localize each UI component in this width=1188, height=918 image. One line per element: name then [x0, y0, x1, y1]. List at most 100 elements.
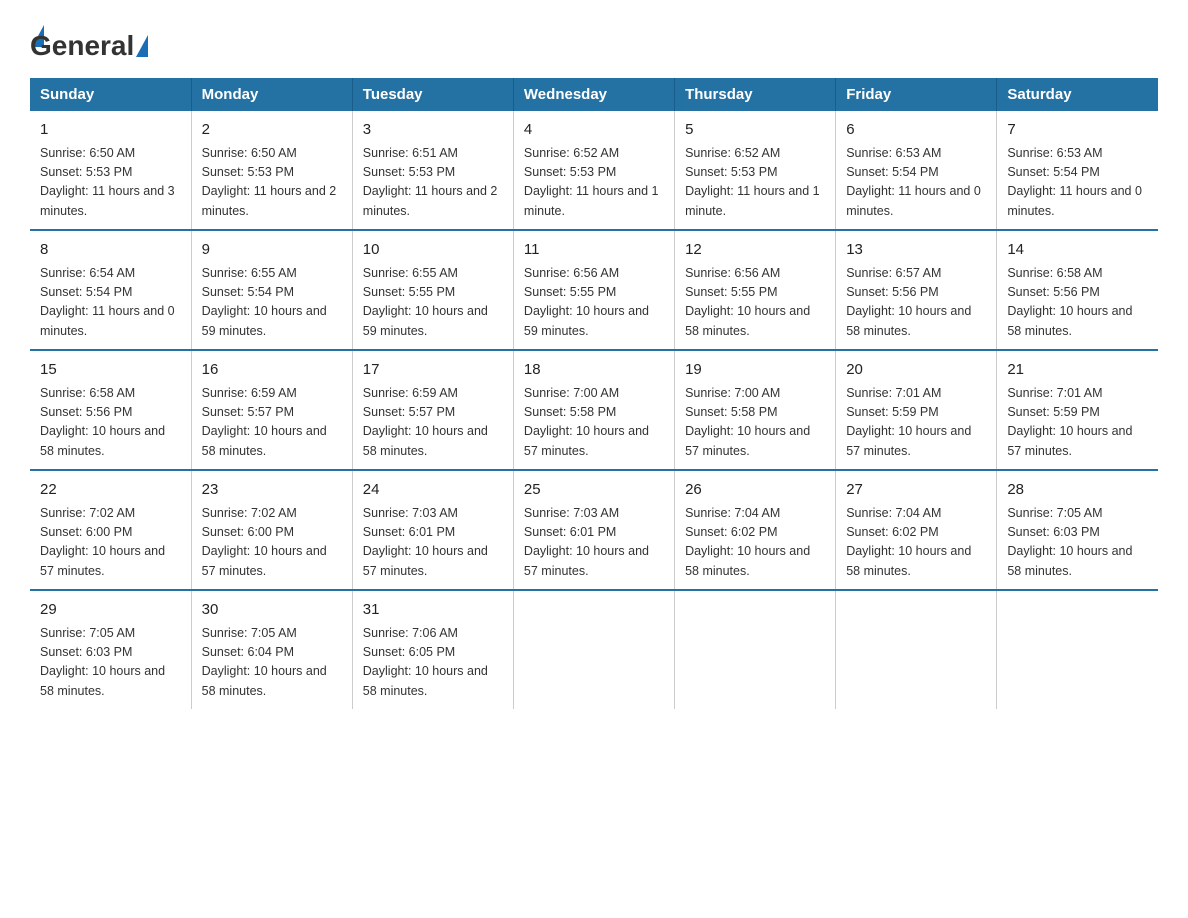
day-info: Sunrise: 6:55 AMSunset: 5:55 PMDaylight:… — [363, 264, 503, 342]
day-number: 8 — [40, 239, 181, 262]
day-number: 6 — [846, 119, 986, 142]
day-info: Sunrise: 7:00 AMSunset: 5:58 PMDaylight:… — [524, 384, 664, 462]
day-number: 30 — [202, 599, 342, 622]
day-number: 7 — [1007, 119, 1148, 142]
day-info: Sunrise: 6:51 AMSunset: 5:53 PMDaylight:… — [363, 144, 503, 222]
day-info: Sunrise: 7:04 AMSunset: 6:02 PMDaylight:… — [685, 504, 825, 582]
day-info: Sunrise: 7:05 AMSunset: 6:04 PMDaylight:… — [202, 624, 342, 702]
day-number: 12 — [685, 239, 825, 262]
calendar-cell: 28 Sunrise: 7:05 AMSunset: 6:03 PMDaylig… — [997, 470, 1158, 590]
calendar-cell: 27 Sunrise: 7:04 AMSunset: 6:02 PMDaylig… — [836, 470, 997, 590]
day-number: 5 — [685, 119, 825, 142]
calendar-cell: 31 Sunrise: 7:06 AMSunset: 6:05 PMDaylig… — [352, 590, 513, 709]
day-info: Sunrise: 7:02 AMSunset: 6:00 PMDaylight:… — [40, 504, 181, 582]
day-info: Sunrise: 6:53 AMSunset: 5:54 PMDaylight:… — [846, 144, 986, 222]
day-number: 3 — [363, 119, 503, 142]
header-sunday: Sunday — [30, 78, 191, 111]
day-info: Sunrise: 6:56 AMSunset: 5:55 PMDaylight:… — [524, 264, 664, 342]
calendar-cell: 19 Sunrise: 7:00 AMSunset: 5:58 PMDaylig… — [675, 350, 836, 470]
calendar-cell: 30 Sunrise: 7:05 AMSunset: 6:04 PMDaylig… — [191, 590, 352, 709]
header-tuesday: Tuesday — [352, 78, 513, 111]
day-number: 10 — [363, 239, 503, 262]
day-number: 29 — [40, 599, 181, 622]
week-row-4: 22 Sunrise: 7:02 AMSunset: 6:00 PMDaylig… — [30, 470, 1158, 590]
calendar-cell: 2 Sunrise: 6:50 AMSunset: 5:53 PMDayligh… — [191, 111, 352, 230]
logo: General — [30, 20, 150, 58]
day-info: Sunrise: 7:01 AMSunset: 5:59 PMDaylight:… — [846, 384, 986, 462]
header-thursday: Thursday — [675, 78, 836, 111]
calendar-cell: 9 Sunrise: 6:55 AMSunset: 5:54 PMDayligh… — [191, 230, 352, 350]
day-info: Sunrise: 7:05 AMSunset: 6:03 PMDaylight:… — [1007, 504, 1148, 582]
week-row-2: 8 Sunrise: 6:54 AMSunset: 5:54 PMDayligh… — [30, 230, 1158, 350]
week-row-1: 1 Sunrise: 6:50 AMSunset: 5:53 PMDayligh… — [30, 111, 1158, 230]
logo-general-text: General — [30, 30, 134, 62]
day-number: 20 — [846, 359, 986, 382]
header-friday: Friday — [836, 78, 997, 111]
day-number: 19 — [685, 359, 825, 382]
calendar-table: SundayMondayTuesdayWednesdayThursdayFrid… — [30, 78, 1158, 709]
calendar-cell: 8 Sunrise: 6:54 AMSunset: 5:54 PMDayligh… — [30, 230, 191, 350]
calendar-cell: 24 Sunrise: 7:03 AMSunset: 6:01 PMDaylig… — [352, 470, 513, 590]
day-info: Sunrise: 7:05 AMSunset: 6:03 PMDaylight:… — [40, 624, 181, 702]
day-info: Sunrise: 7:01 AMSunset: 5:59 PMDaylight:… — [1007, 384, 1148, 462]
calendar-cell: 20 Sunrise: 7:01 AMSunset: 5:59 PMDaylig… — [836, 350, 997, 470]
calendar-cell: 13 Sunrise: 6:57 AMSunset: 5:56 PMDaylig… — [836, 230, 997, 350]
day-info: Sunrise: 6:55 AMSunset: 5:54 PMDaylight:… — [202, 264, 342, 342]
day-number: 1 — [40, 119, 181, 142]
day-number: 27 — [846, 479, 986, 502]
calendar-cell: 18 Sunrise: 7:00 AMSunset: 5:58 PMDaylig… — [513, 350, 674, 470]
day-info: Sunrise: 7:00 AMSunset: 5:58 PMDaylight:… — [685, 384, 825, 462]
calendar-cell: 10 Sunrise: 6:55 AMSunset: 5:55 PMDaylig… — [352, 230, 513, 350]
day-number: 25 — [524, 479, 664, 502]
calendar-cell: 26 Sunrise: 7:04 AMSunset: 6:02 PMDaylig… — [675, 470, 836, 590]
day-info: Sunrise: 7:03 AMSunset: 6:01 PMDaylight:… — [524, 504, 664, 582]
calendar-cell: 4 Sunrise: 6:52 AMSunset: 5:53 PMDayligh… — [513, 111, 674, 230]
day-info: Sunrise: 6:53 AMSunset: 5:54 PMDaylight:… — [1007, 144, 1148, 222]
day-number: 31 — [363, 599, 503, 622]
calendar-header-row: SundayMondayTuesdayWednesdayThursdayFrid… — [30, 78, 1158, 111]
calendar-cell: 12 Sunrise: 6:56 AMSunset: 5:55 PMDaylig… — [675, 230, 836, 350]
calendar-cell — [513, 590, 674, 709]
calendar-cell — [675, 590, 836, 709]
day-info: Sunrise: 6:58 AMSunset: 5:56 PMDaylight:… — [1007, 264, 1148, 342]
day-info: Sunrise: 7:02 AMSunset: 6:00 PMDaylight:… — [202, 504, 342, 582]
day-number: 18 — [524, 359, 664, 382]
day-number: 14 — [1007, 239, 1148, 262]
day-info: Sunrise: 6:50 AMSunset: 5:53 PMDaylight:… — [40, 144, 181, 222]
header-saturday: Saturday — [997, 78, 1158, 111]
calendar-cell: 25 Sunrise: 7:03 AMSunset: 6:01 PMDaylig… — [513, 470, 674, 590]
calendar-cell: 6 Sunrise: 6:53 AMSunset: 5:54 PMDayligh… — [836, 111, 997, 230]
calendar-cell — [997, 590, 1158, 709]
calendar-cell: 17 Sunrise: 6:59 AMSunset: 5:57 PMDaylig… — [352, 350, 513, 470]
calendar-cell: 14 Sunrise: 6:58 AMSunset: 5:56 PMDaylig… — [997, 230, 1158, 350]
calendar-cell: 21 Sunrise: 7:01 AMSunset: 5:59 PMDaylig… — [997, 350, 1158, 470]
day-info: Sunrise: 7:04 AMSunset: 6:02 PMDaylight:… — [846, 504, 986, 582]
day-info: Sunrise: 6:52 AMSunset: 5:53 PMDaylight:… — [524, 144, 664, 222]
day-number: 9 — [202, 239, 342, 262]
logo-arrow-icon — [136, 35, 148, 57]
day-number: 16 — [202, 359, 342, 382]
calendar-cell — [836, 590, 997, 709]
calendar-cell: 15 Sunrise: 6:58 AMSunset: 5:56 PMDaylig… — [30, 350, 191, 470]
day-number: 23 — [202, 479, 342, 502]
calendar-cell: 7 Sunrise: 6:53 AMSunset: 5:54 PMDayligh… — [997, 111, 1158, 230]
day-info: Sunrise: 7:03 AMSunset: 6:01 PMDaylight:… — [363, 504, 503, 582]
day-info: Sunrise: 6:54 AMSunset: 5:54 PMDaylight:… — [40, 264, 181, 342]
day-number: 21 — [1007, 359, 1148, 382]
calendar-cell: 22 Sunrise: 7:02 AMSunset: 6:00 PMDaylig… — [30, 470, 191, 590]
calendar-cell: 11 Sunrise: 6:56 AMSunset: 5:55 PMDaylig… — [513, 230, 674, 350]
day-info: Sunrise: 7:06 AMSunset: 6:05 PMDaylight:… — [363, 624, 503, 702]
header-wednesday: Wednesday — [513, 78, 674, 111]
day-info: Sunrise: 6:59 AMSunset: 5:57 PMDaylight:… — [202, 384, 342, 462]
day-info: Sunrise: 6:58 AMSunset: 5:56 PMDaylight:… — [40, 384, 181, 462]
day-number: 2 — [202, 119, 342, 142]
week-row-3: 15 Sunrise: 6:58 AMSunset: 5:56 PMDaylig… — [30, 350, 1158, 470]
calendar-cell: 3 Sunrise: 6:51 AMSunset: 5:53 PMDayligh… — [352, 111, 513, 230]
day-number: 17 — [363, 359, 503, 382]
day-info: Sunrise: 6:59 AMSunset: 5:57 PMDaylight:… — [363, 384, 503, 462]
calendar-cell: 1 Sunrise: 6:50 AMSunset: 5:53 PMDayligh… — [30, 111, 191, 230]
calendar-cell: 16 Sunrise: 6:59 AMSunset: 5:57 PMDaylig… — [191, 350, 352, 470]
day-number: 26 — [685, 479, 825, 502]
day-info: Sunrise: 6:57 AMSunset: 5:56 PMDaylight:… — [846, 264, 986, 342]
day-number: 4 — [524, 119, 664, 142]
